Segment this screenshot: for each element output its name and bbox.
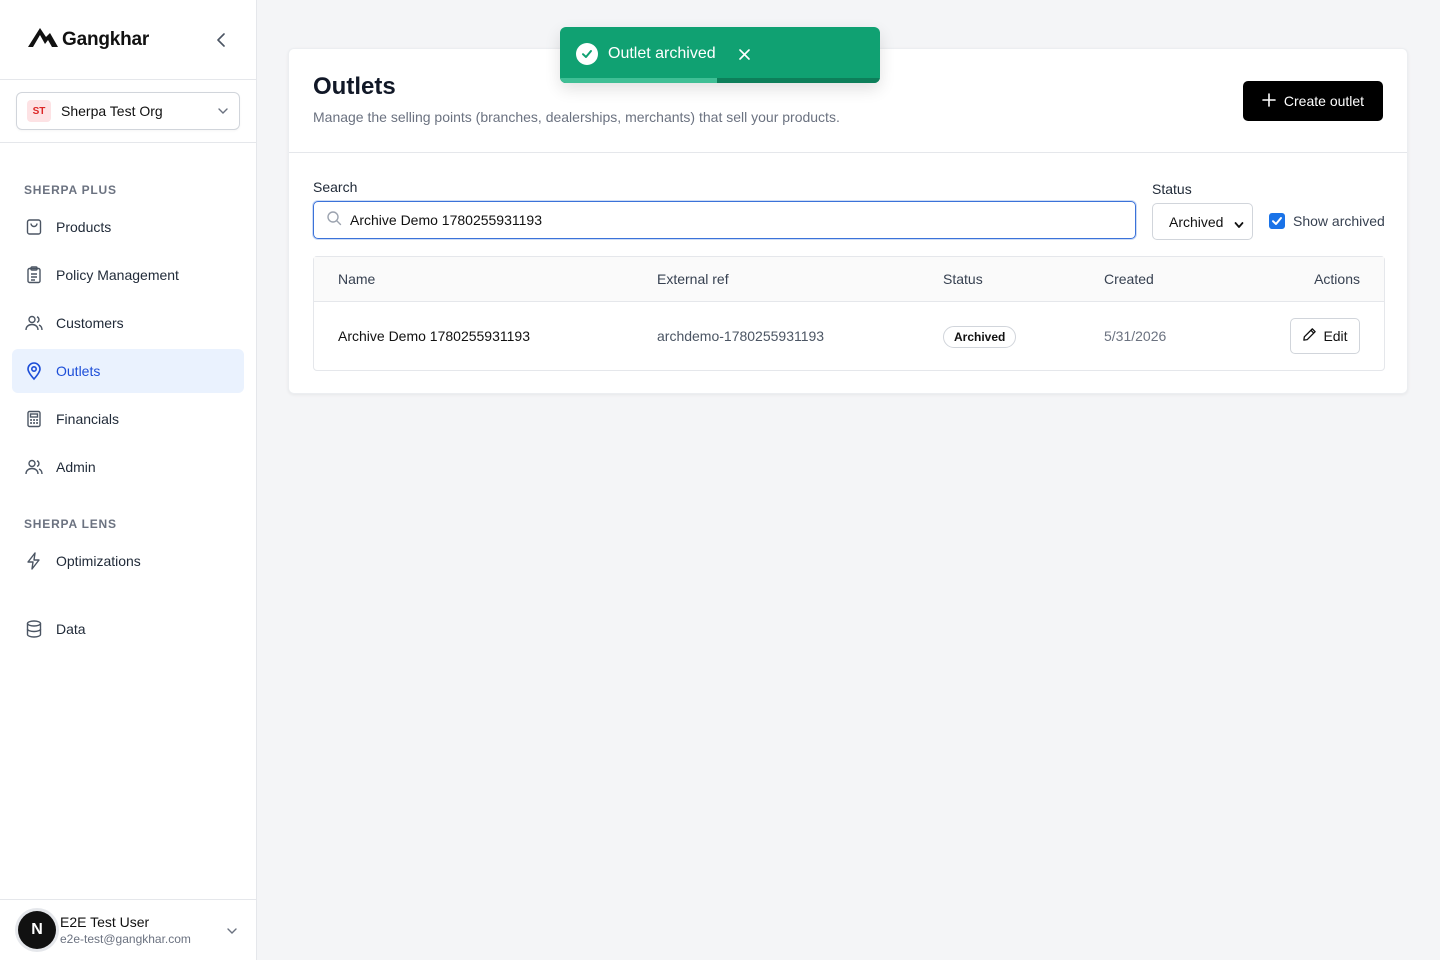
- user-email: e2e-test@gangkhar.com: [60, 932, 191, 946]
- close-icon[interactable]: [736, 45, 752, 63]
- edit-label: Edit: [1323, 328, 1348, 344]
- search-label: Search: [313, 179, 358, 195]
- chevron-down-icon: [217, 104, 229, 122]
- column-header-actions: Actions: [1314, 271, 1360, 287]
- column-header-created[interactable]: Created: [1104, 271, 1154, 287]
- brand-header: Gangkhar: [0, 0, 256, 80]
- sidebar-item-label: Financials: [56, 411, 120, 427]
- outlets-table: Name External ref Status Created Actions…: [313, 256, 1385, 371]
- sidebar-item-optimizations[interactable]: Optimizations: [12, 539, 244, 583]
- plus-icon: [1262, 92, 1276, 110]
- create-outlet-label: Create outlet: [1283, 93, 1365, 109]
- nav-section-sherpa-plus: SHERPA PLUS: [24, 183, 117, 197]
- column-header-external-ref[interactable]: External ref: [657, 271, 729, 287]
- avatar: N: [18, 911, 56, 949]
- sidebar-item-label: Optimizations: [56, 553, 141, 569]
- show-archived-label[interactable]: Show archived: [1293, 213, 1385, 229]
- filters: Search Status Archived Show archived: [289, 153, 1407, 255]
- table-row[interactable]: Archive Demo 1780255931193 archdemo-1780…: [314, 302, 1384, 370]
- toast-message: Outlet archived: [608, 45, 716, 62]
- sidebar-item-label: Products: [56, 219, 112, 235]
- chevron-up-down-icon: [226, 924, 238, 942]
- cell-created: 5/31/2026: [1104, 328, 1167, 344]
- cell-name: Archive Demo 1780255931193: [338, 328, 530, 344]
- sidebar-item-data[interactable]: Data: [12, 607, 244, 651]
- sidebar-item-label: Data: [56, 621, 86, 637]
- users-icon: [24, 313, 44, 333]
- column-header-name[interactable]: Name: [338, 271, 375, 287]
- column-header-status[interactable]: Status: [943, 271, 983, 287]
- sidebar-item-label: Admin: [56, 459, 96, 475]
- sidebar-item-policy-management[interactable]: Policy Management: [12, 253, 244, 297]
- org-name: Sherpa Test Org: [61, 103, 163, 119]
- sidebar-item-products[interactable]: Products: [12, 205, 244, 249]
- cell-external-ref: archdemo-1780255931193: [657, 328, 825, 344]
- pencil-icon: [1302, 327, 1317, 345]
- show-archived-checkbox[interactable]: [1269, 213, 1285, 229]
- search-icon: [326, 210, 342, 231]
- user-name: E2E Test User: [60, 914, 150, 930]
- sidebar-item-outlets[interactable]: Outlets: [12, 349, 244, 393]
- sidebar-item-label: Customers: [56, 315, 124, 331]
- users-icon: [24, 457, 44, 477]
- nav-other: Data: [0, 607, 256, 651]
- page-subtitle: Manage the selling points (branches, dea…: [313, 109, 840, 125]
- sidebar: Gangkhar ST Sherpa Test Org SHERPA PLUS …: [0, 0, 257, 960]
- sidebar-item-customers[interactable]: Customers: [12, 301, 244, 345]
- mountain-logo-icon: [28, 27, 58, 52]
- user-info: E2E Test User e2e-test@gangkhar.com: [60, 914, 191, 946]
- toast-progress-bar: [560, 78, 717, 83]
- nav-lens: Optimizations: [0, 539, 256, 583]
- brand-name: Gangkhar: [62, 28, 150, 50]
- org-switcher[interactable]: ST Sherpa Test Org: [16, 92, 240, 130]
- table-header: Name External ref Status Created Actions: [314, 257, 1384, 302]
- create-outlet-button[interactable]: Create outlet: [1243, 81, 1383, 121]
- status-label: Status: [1152, 181, 1192, 197]
- nav-plus: Products Policy Management Customers Out…: [0, 205, 256, 489]
- outlets-card: Outlets Manage the selling points (branc…: [288, 48, 1408, 394]
- map-pin-icon: [24, 361, 44, 381]
- success-toast: Outlet archived: [560, 27, 880, 83]
- edit-button[interactable]: Edit: [1290, 318, 1360, 354]
- clipboard-icon: [24, 265, 44, 285]
- check-icon: [1272, 217, 1282, 225]
- shopping-bag-icon: [24, 217, 44, 237]
- brand-logo[interactable]: Gangkhar: [28, 27, 149, 52]
- search-input[interactable]: [350, 212, 1110, 228]
- calculator-icon: [24, 409, 44, 429]
- sidebar-item-label: Policy Management: [56, 267, 179, 283]
- check-circle-icon: [576, 43, 598, 65]
- database-icon: [24, 619, 44, 639]
- chevron-down-icon: [1234, 217, 1244, 233]
- collapse-sidebar-button[interactable]: [212, 30, 230, 50]
- sidebar-item-label: Outlets: [56, 363, 101, 379]
- search-field[interactable]: [313, 201, 1136, 239]
- nav-section-sherpa-lens: SHERPA LENS: [24, 517, 117, 531]
- sidebar-item-financials[interactable]: Financials: [12, 397, 244, 441]
- zap-icon: [24, 551, 44, 571]
- chevron-left-icon: [217, 33, 225, 47]
- sidebar-item-admin[interactable]: Admin: [12, 445, 244, 489]
- user-menu[interactable]: N E2E Test User e2e-test@gangkhar.com: [0, 899, 256, 960]
- status-select-value: Archived: [1169, 213, 1224, 230]
- status-select[interactable]: Archived: [1152, 203, 1253, 240]
- org-badge: ST: [27, 100, 51, 122]
- status-badge: Archived: [943, 326, 1017, 348]
- org-switcher-wrap: ST Sherpa Test Org: [0, 80, 256, 143]
